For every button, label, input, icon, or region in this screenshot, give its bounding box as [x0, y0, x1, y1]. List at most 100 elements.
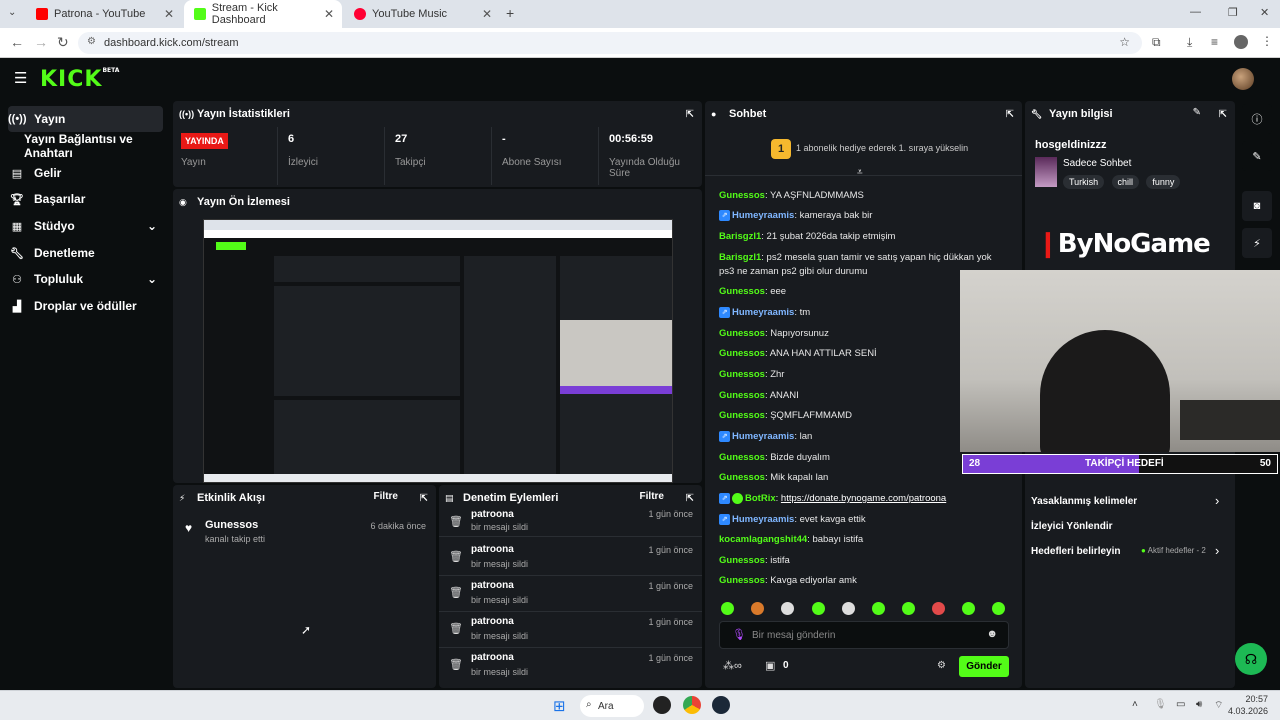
popout-icon[interactable]: ⇱: [686, 109, 694, 120]
filter-button[interactable]: Filtre: [640, 491, 664, 502]
emote-icon[interactable]: [751, 602, 764, 615]
chrome-icon[interactable]: [683, 696, 701, 714]
sidebar-item-denetleme[interactable]: 🔧︎ Denetleme: [8, 240, 163, 266]
popout-icon[interactable]: ⇱: [1219, 109, 1227, 120]
app-icon[interactable]: [653, 696, 671, 714]
sidebar-item-stream-key[interactable]: Yayın Bağlantısı ve Anahtarı: [24, 132, 170, 160]
gift-icon[interactable]: ▣: [765, 659, 775, 672]
sidebar-item-basarilar[interactable]: 🏆︎ Başarılar: [8, 186, 163, 212]
chat-username[interactable]: Barisgzl1: [719, 231, 761, 242]
emote-icon[interactable]: [932, 602, 945, 615]
window-close-icon[interactable]: ✕: [1260, 6, 1269, 19]
sidebar-item-droplar[interactable]: ▟ Droplar ve ödüller: [8, 293, 163, 319]
gift-banner-text[interactable]: 1 abonelik hediye ederek 1. sıraya yükse…: [796, 143, 968, 153]
banned-words-row[interactable]: Yasaklanmış kelimeler: [1031, 496, 1137, 507]
chat-username[interactable]: BotRix: [745, 493, 776, 504]
bolt-icon[interactable]: ⚡︎: [1242, 228, 1272, 258]
chat-username[interactable]: Gunessos: [719, 369, 765, 380]
emote-icon[interactable]: [962, 602, 975, 615]
chat-username[interactable]: Humeyraamis: [732, 307, 794, 318]
profile-icon[interactable]: [1234, 35, 1248, 49]
infinity-icon[interactable]: ⁂∞: [723, 659, 742, 672]
steam-icon[interactable]: [712, 696, 730, 714]
download-icon[interactable]: ⤓: [1187, 35, 1192, 50]
chat-username[interactable]: Gunessos: [719, 286, 765, 297]
chat-input[interactable]: 🎙︎ Bir mesaj gönderin ☻: [719, 621, 1009, 649]
pin-icon[interactable]: ⩡: [857, 167, 863, 178]
filter-button[interactable]: Filtre: [374, 491, 398, 502]
chat-username[interactable]: Gunessos: [719, 190, 765, 201]
maximize-icon[interactable]: ❐: [1228, 6, 1238, 19]
minimize-icon[interactable]: —: [1190, 6, 1201, 18]
close-icon[interactable]: ✕: [324, 7, 334, 21]
sidebar-item-yayin[interactable]: ((•)) Yayın: [8, 106, 163, 132]
close-icon[interactable]: ✕: [482, 7, 492, 21]
viewer-redirect-row[interactable]: İzleyici Yönlendir: [1031, 521, 1113, 532]
goals-row[interactable]: Hedefleri belirleyin: [1031, 546, 1120, 557]
windows-start-icon[interactable]: ⊞: [553, 697, 566, 715]
tag[interactable]: funny: [1146, 175, 1181, 189]
chat-username[interactable]: Gunessos: [719, 575, 765, 586]
popout-icon[interactable]: ⇱: [1006, 109, 1014, 120]
emote-icon[interactable]: [812, 602, 825, 615]
edit-icon[interactable]: ✎: [1242, 141, 1272, 171]
tray-chevron-icon[interactable]: ˄: [1132, 699, 1138, 710]
back-icon[interactable]: ←: [10, 34, 24, 50]
kick-logo[interactable]: KICKBETA: [40, 67, 119, 92]
emoji-icon[interactable]: ☻: [986, 628, 998, 640]
media-icon[interactable]: ≡: [1211, 35, 1218, 49]
taskbar-search[interactable]: ⌕ Ara: [580, 695, 644, 717]
settings-gear-icon[interactable]: ⚙: [937, 660, 946, 671]
microphone-icon[interactable]: 🎙︎: [732, 628, 746, 641]
stream-preview-video[interactable]: [203, 219, 673, 483]
tab-youtube[interactable]: Patrona - YouTube ✕: [26, 0, 182, 28]
url-input[interactable]: ⚙ dashboard.kick.com/stream ☆: [78, 32, 1142, 54]
sidebar-item-topluluk[interactable]: ⚇ Topluluk ⌄: [8, 266, 163, 292]
sidebar-item-studyo[interactable]: ▦ Stüdyo ⌄: [8, 213, 163, 239]
popout-icon[interactable]: ⇱: [420, 493, 428, 504]
tag[interactable]: Turkish: [1063, 175, 1105, 189]
hamburger-menu-icon[interactable]: ☰: [14, 69, 27, 87]
new-tab-icon[interactable]: +: [506, 5, 514, 21]
site-info-icon[interactable]: ⚙: [87, 36, 96, 47]
network-icon[interactable]: ▭: [1176, 699, 1185, 710]
emote-icon[interactable]: [781, 602, 794, 615]
popout-icon[interactable]: ⇱: [686, 493, 694, 504]
tab-kick-dashboard[interactable]: Stream - Kick Dashboard ✕: [184, 0, 342, 28]
info-icon[interactable]: ⓘ: [1242, 104, 1272, 134]
chat-username[interactable]: Humeyraamis: [732, 514, 794, 525]
tag[interactable]: chill: [1111, 175, 1140, 189]
extensions-icon[interactable]: ⧉: [1152, 35, 1161, 50]
edit-icon[interactable]: ✎: [1193, 107, 1201, 118]
support-chat-button[interactable]: ☊: [1235, 643, 1267, 675]
tab-list-icon[interactable]: ⌄: [8, 7, 16, 18]
menu-icon[interactable]: ⋮: [1261, 34, 1273, 48]
send-button[interactable]: Gönder: [959, 656, 1009, 677]
forward-icon[interactable]: →: [34, 34, 48, 50]
emote-icon[interactable]: [872, 602, 885, 615]
emote-icon[interactable]: [902, 602, 915, 615]
emote-icon[interactable]: [992, 602, 1005, 615]
chat-username[interactable]: Gunessos: [719, 410, 765, 421]
chevron-right-icon[interactable]: ›: [1215, 543, 1219, 558]
chat-username[interactable]: Gunessos: [719, 348, 765, 359]
chevron-right-icon[interactable]: ›: [1215, 493, 1219, 508]
wifi-icon[interactable]: ⌔: [1214, 699, 1223, 712]
chat-username[interactable]: Humeyraamis: [732, 210, 794, 221]
chat-link[interactable]: https://donate.bynogame.com/patroona: [781, 493, 946, 504]
chat-username[interactable]: Gunessos: [719, 328, 765, 339]
chat-username[interactable]: Humeyraamis: [732, 431, 794, 442]
emote-icon[interactable]: [842, 602, 855, 615]
chat-username[interactable]: Barisgzl1: [719, 252, 761, 263]
sidebar-item-gelir[interactable]: ▤ Gelir: [8, 160, 163, 186]
bookmark-star-icon[interactable]: ☆: [1119, 35, 1130, 49]
chat-username[interactable]: kocamlagangshit44: [719, 534, 807, 545]
emote-icon[interactable]: [721, 602, 734, 615]
chat-username[interactable]: Gunessos: [719, 472, 765, 483]
volume-icon[interactable]: 🔊︎: [1196, 699, 1202, 710]
chat-username[interactable]: Gunessos: [719, 390, 765, 401]
mic-icon[interactable]: 🎙︎: [1154, 699, 1167, 710]
clock-time[interactable]: 20:57: [1232, 694, 1268, 704]
chat-username[interactable]: Gunessos: [719, 452, 765, 463]
tab-youtube-music[interactable]: YouTube Music ✕: [344, 0, 500, 28]
